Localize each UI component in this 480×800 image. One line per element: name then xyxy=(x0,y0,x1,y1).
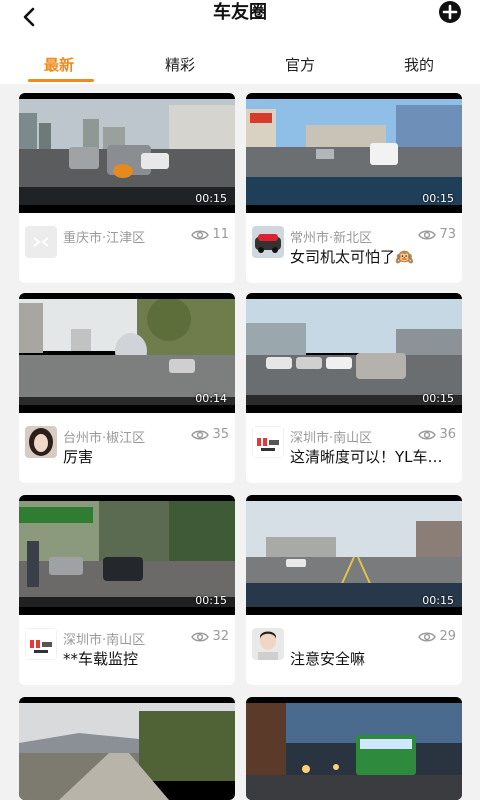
post-caption: 厉害 xyxy=(63,448,94,466)
thumbnail-image xyxy=(246,703,462,800)
view-count: 32 xyxy=(191,629,229,644)
tab-official[interactable]: 官方 xyxy=(285,54,315,75)
video-duration: 00:15 xyxy=(195,594,227,607)
video-card[interactable] xyxy=(246,697,462,800)
view-count-value: 36 xyxy=(439,427,456,442)
view-count-value: 35 xyxy=(212,427,229,442)
eye-icon xyxy=(191,430,210,439)
view-count-value: 32 xyxy=(212,629,229,644)
thumbnail-image xyxy=(19,299,235,405)
video-thumbnail[interactable]: 00:15 xyxy=(246,293,462,413)
video-duration: 00:14 xyxy=(195,392,227,405)
post-caption: **车载监控 xyxy=(63,650,139,668)
avatar[interactable] xyxy=(25,226,57,258)
video-thumbnail[interactable]: 00:15 xyxy=(19,495,235,615)
post-caption: 女司机太可怕了🙉 xyxy=(290,248,414,266)
video-duration: 00:15 xyxy=(422,192,454,205)
avatar[interactable] xyxy=(25,426,57,458)
video-card[interactable]: 00:15 深圳市·南山区 36 这清晰度可以！YL车… xyxy=(246,293,462,483)
video-card[interactable]: 00:15 29 注意安全嘛 xyxy=(246,495,462,685)
tab-featured[interactable]: 精彩 xyxy=(165,54,195,75)
tab-latest[interactable]: 最新 xyxy=(44,54,74,75)
video-card[interactable]: 00:15 常州市·新北区 73 女司机太可怕了🙉 xyxy=(246,93,462,283)
add-post-button[interactable] xyxy=(438,0,462,24)
thumbnail-image xyxy=(246,501,462,607)
view-count: 73 xyxy=(418,227,456,242)
video-card[interactable] xyxy=(19,697,235,800)
view-count: 29 xyxy=(418,629,456,644)
tab-mine[interactable]: 我的 xyxy=(404,54,434,75)
page-title: 车友圈 xyxy=(213,2,267,23)
thumbnail-image xyxy=(19,703,235,800)
thumbnail-image xyxy=(246,299,462,405)
avatar[interactable] xyxy=(252,226,284,258)
eye-icon xyxy=(418,230,437,239)
video-card[interactable]: 00:14 台州市·椒江区 35 厉害 xyxy=(19,293,235,483)
video-card[interactable]: 00:15 重庆市·江津区 11 xyxy=(19,93,235,283)
post-location: 深圳市·南山区 xyxy=(63,633,146,648)
video-thumbnail[interactable]: 00:15 xyxy=(246,495,462,615)
eye-icon xyxy=(418,430,437,439)
eye-icon xyxy=(191,230,210,239)
video-thumbnail[interactable]: 00:14 xyxy=(19,293,235,413)
view-count: 11 xyxy=(191,227,229,242)
post-caption: 这清晰度可以！YL车… xyxy=(290,448,443,466)
video-thumbnail[interactable] xyxy=(246,697,462,800)
category-tabs: 最新 精彩 官方 我的 xyxy=(0,50,480,84)
view-count-value: 73 xyxy=(439,227,456,242)
post-location: 深圳市·南山区 xyxy=(290,431,373,446)
post-location: 台州市·椒江区 xyxy=(63,431,146,446)
video-duration: 00:15 xyxy=(422,392,454,405)
video-thumbnail[interactable]: 00:15 xyxy=(246,93,462,213)
thumbnail-image xyxy=(246,99,462,205)
video-card[interactable]: 00:15 深圳市·南山区 32 **车载监控 xyxy=(19,495,235,685)
top-bar: 车友圈 最新 精彩 官方 我的 xyxy=(0,0,480,84)
active-tab-indicator xyxy=(28,79,94,82)
post-location: 重庆市·江津区 xyxy=(63,231,146,246)
plus-circle-icon xyxy=(439,1,461,23)
eye-icon xyxy=(191,632,210,641)
thumbnail-image xyxy=(19,501,235,607)
video-thumbnail[interactable] xyxy=(19,697,235,800)
post-caption: 注意安全嘛 xyxy=(290,650,366,668)
avatar[interactable] xyxy=(252,628,284,660)
avatar[interactable] xyxy=(252,426,284,458)
video-duration: 00:15 xyxy=(422,594,454,607)
video-thumbnail[interactable]: 00:15 xyxy=(19,93,235,213)
view-count: 35 xyxy=(191,427,229,442)
view-count-value: 11 xyxy=(212,227,229,242)
view-count-value: 29 xyxy=(439,629,456,644)
avatar[interactable] xyxy=(25,628,57,660)
post-location: 常州市·新北区 xyxy=(290,231,373,246)
eye-icon xyxy=(418,632,437,641)
thumbnail-image xyxy=(19,99,235,205)
view-count: 36 xyxy=(418,427,456,442)
video-duration: 00:15 xyxy=(195,192,227,205)
